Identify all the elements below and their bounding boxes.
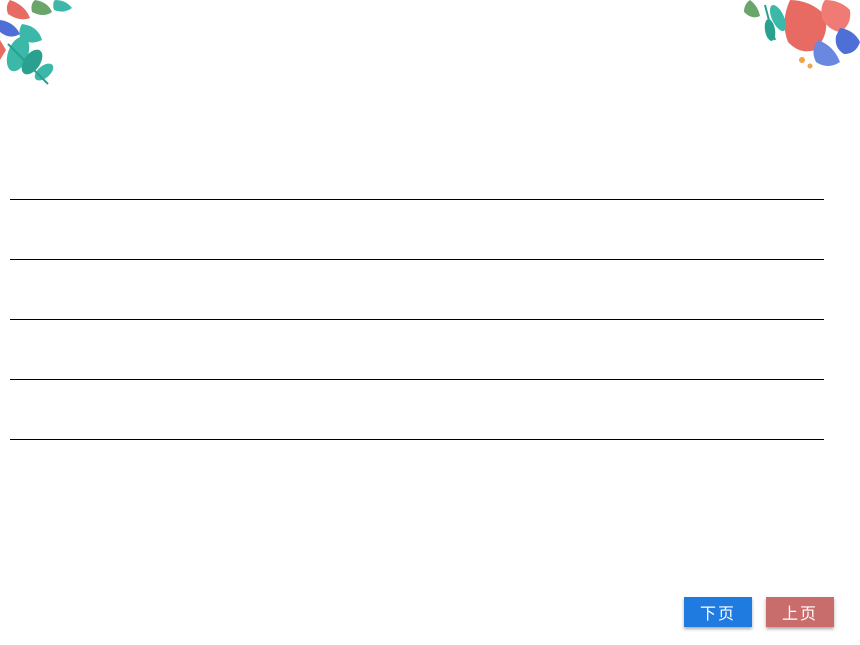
- slide-page: 下页 上页: [0, 0, 860, 645]
- writing-line: [10, 320, 824, 380]
- nav-buttons: 下页 上页: [684, 597, 834, 627]
- writing-line: [10, 140, 824, 200]
- writing-line: [10, 260, 824, 320]
- next-page-button[interactable]: 下页: [684, 597, 752, 627]
- writing-line: [10, 380, 824, 440]
- floral-leaves-tl-icon: [0, 0, 80, 95]
- prev-page-button[interactable]: 上页: [766, 597, 834, 627]
- writing-lines: [10, 140, 824, 440]
- writing-line: [10, 200, 824, 260]
- floral-leaves-tr-icon: [730, 0, 860, 75]
